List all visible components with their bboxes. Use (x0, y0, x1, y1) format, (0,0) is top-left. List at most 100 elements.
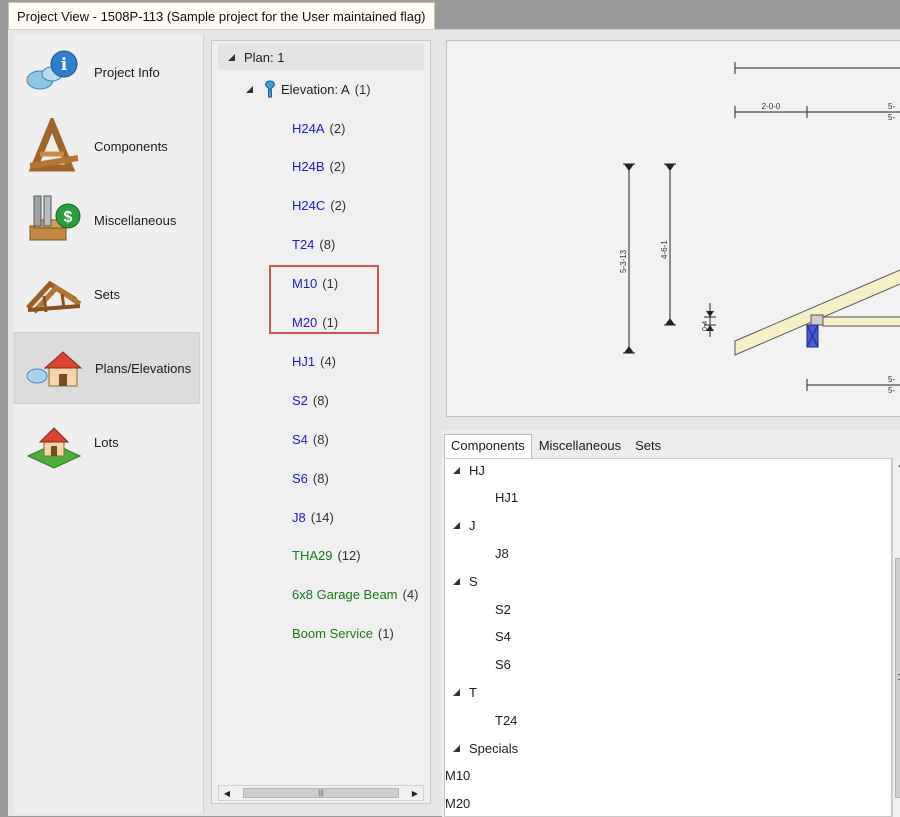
nav-label-lots: Lots (94, 434, 119, 450)
tree-item-name: S4 (292, 431, 308, 447)
nav-item-project-info[interactable]: i Project Info (14, 36, 200, 108)
collapse-triangle-icon[interactable] (453, 577, 460, 585)
tree-item-name: T24 (292, 237, 315, 253)
dim-bottom-a: 5- (888, 375, 895, 384)
tree-item-name: S2 (292, 392, 308, 408)
tree-item[interactable]: S2 (8) (292, 390, 329, 410)
collapse-triangle-icon[interactable] (453, 688, 460, 696)
tree-node-elevation[interactable]: Elevation: A (1) (246, 79, 371, 99)
nav-label-sets: Sets (94, 286, 121, 302)
list-item-label: T (469, 684, 477, 700)
tree-item[interactable]: H24C (2) (292, 196, 346, 216)
list-item[interactable]: S6 (445, 652, 891, 678)
tree-item-name: H24B (292, 159, 325, 175)
dim-top-right-b: 5- (888, 113, 895, 122)
nav-item-sets[interactable]: Sets (14, 258, 200, 330)
tree-item-count: (4) (402, 587, 419, 603)
list-item-label: J8 (495, 545, 509, 561)
dim-top-right-a: 5- (888, 102, 895, 111)
tree-horizontal-scrollbar[interactable]: ◀ ||| ▶ (218, 785, 424, 801)
tree-node-plan[interactable]: Plan: 1 (218, 44, 424, 70)
list-item[interactable]: T24 (445, 707, 891, 733)
nav-item-plans-elevations[interactable]: Plans/Elevations (14, 332, 200, 404)
list-item[interactable]: M20 (445, 791, 891, 816)
truss-components-icon (28, 118, 79, 172)
list-item-label: HJ1 (495, 490, 519, 506)
tree-item[interactable]: Boom Service (1) (292, 624, 394, 644)
list-item-label: Specials (469, 740, 519, 756)
nav-label-components: Components (94, 138, 168, 154)
collapse-triangle-icon[interactable] (453, 522, 460, 530)
list-item[interactable]: HJ1 (445, 485, 891, 511)
tree-item-count: (8) (312, 431, 329, 447)
tree-item-name: H24C (292, 198, 326, 214)
list-item-label: HJ (469, 462, 485, 478)
truss-drawing-canvas[interactable]: 2-0-0 5- 5- 5-3-13 4-6-1 0-4 5- 5- (446, 40, 900, 417)
tree-item-count: (4) (320, 353, 337, 369)
scroll-thumb[interactable] (895, 558, 900, 798)
tree-item[interactable]: H24B (2) (292, 157, 345, 177)
list-item-label: S2 (495, 601, 511, 617)
tab-components[interactable]: Components (444, 434, 532, 458)
tree-item-count: (14) (310, 509, 334, 525)
tree-item-count: (8) (312, 392, 329, 408)
tree-item[interactable]: HJ1 (4) (292, 351, 336, 371)
collapse-triangle-icon[interactable] (453, 744, 460, 752)
scroll-thumb[interactable]: ||| (243, 788, 399, 798)
tab-sets[interactable]: Sets (628, 434, 668, 458)
list-group-header[interactable]: S (445, 568, 891, 594)
scroll-up-icon[interactable]: ▲ (893, 460, 900, 474)
tree-item-count: (1) (377, 626, 394, 642)
list-group-header[interactable]: HJ (445, 459, 891, 483)
list-item[interactable]: M10 (445, 763, 891, 789)
scroll-left-icon[interactable]: ◀ (219, 786, 235, 800)
svg-text:i: i (61, 55, 68, 75)
lot-house-icon (26, 427, 82, 469)
nav-item-miscellaneous[interactable]: $ Miscellaneous (14, 184, 200, 256)
scroll-right-icon[interactable]: ▶ (407, 786, 423, 800)
components-list[interactable]: HJ HJ1 J J8 S S2 S4 S6 T T24 Specials M10 M20 (444, 458, 892, 817)
tree-item-name: J8 (292, 509, 306, 525)
svg-text:$: $ (64, 209, 73, 226)
collapse-triangle-icon[interactable] (453, 466, 460, 474)
elevation-pin-icon (265, 80, 275, 98)
list-item[interactable]: S2 (445, 596, 891, 622)
dim-vert-2: 4-6-1 (660, 240, 669, 259)
tree-item-count: (8) (312, 470, 329, 486)
tree-item[interactable]: J8 (14) (292, 507, 334, 527)
tab-miscellaneous[interactable]: Miscellaneous (532, 434, 628, 458)
tree-item[interactable]: H24A (2) (292, 118, 345, 138)
plan-tree-panel: Plan: 1 Elevation: A (1) H24A (2) H24B (2) H… (211, 40, 431, 804)
tree-item[interactable]: THA29 (12) (292, 546, 361, 566)
tree-item-name: HJ1 (292, 353, 316, 369)
tree-item[interactable]: S4 (8) (292, 429, 329, 449)
list-group-header[interactable]: T (445, 679, 891, 705)
truss-sets-icon (26, 280, 82, 314)
tree-node-elevation-count: (1) (354, 81, 371, 97)
tree-item[interactable]: 6x8 Garage Beam (4) (292, 585, 418, 605)
collapse-triangle-icon[interactable] (246, 85, 253, 93)
nav-label-project-info: Project Info (94, 64, 160, 80)
project-info-icon: i (26, 50, 78, 90)
tree-item[interactable]: T24 (8) (292, 235, 335, 255)
list-item-label: S4 (495, 629, 511, 645)
list-group-header[interactable]: J (445, 513, 891, 539)
tree-item-name: H24A (292, 120, 325, 136)
window-title: Project View - 1508P-113 (Sample project… (17, 9, 426, 24)
list-item[interactable]: J8 (445, 540, 891, 566)
tree-item-name: S6 (292, 470, 308, 486)
components-vertical-scrollbar[interactable]: ▲ (892, 458, 900, 817)
collapse-triangle-icon[interactable] (228, 53, 235, 61)
window-title-tab[interactable]: Project View - 1508P-113 (Sample project… (8, 2, 435, 30)
list-item[interactable]: S4 (445, 624, 891, 650)
left-nav: i Project Info Components $ Miscellaneou… (14, 34, 204, 814)
tree-item[interactable]: S6 (8) (292, 468, 329, 488)
tree-node-elevation-label: Elevation: A (281, 81, 350, 97)
bottom-tabs-area: Components Miscellaneous Sets HJ HJ1 J J8 S S… (442, 430, 900, 817)
tree-item-name: 6x8 Garage Beam (292, 587, 398, 603)
dim-bottom-b: 5- (888, 386, 895, 395)
scroll-track[interactable]: ||| (235, 788, 407, 798)
list-group-header[interactable]: Specials (445, 735, 891, 761)
nav-item-components[interactable]: Components (14, 110, 200, 182)
nav-item-lots[interactable]: Lots (14, 406, 200, 478)
